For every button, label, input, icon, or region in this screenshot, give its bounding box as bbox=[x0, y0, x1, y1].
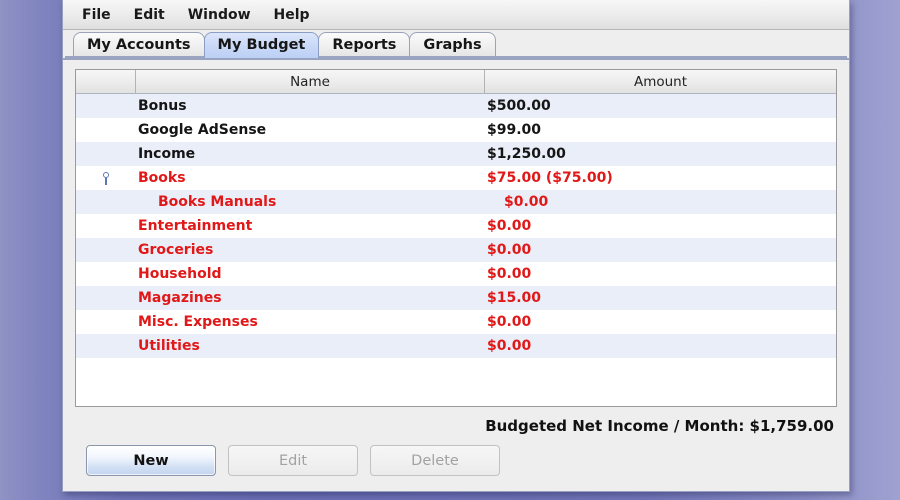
row-name-cell: Utilities bbox=[138, 338, 200, 354]
row-icon-cell bbox=[76, 142, 136, 166]
table-header-row: Name Amount bbox=[76, 70, 836, 94]
table-row[interactable]: Groceries $0.00 bbox=[76, 238, 836, 262]
row-name-cell: Google AdSense bbox=[138, 122, 267, 138]
menu-item-edit[interactable]: Edit bbox=[124, 5, 175, 25]
row-name-cell: Entertainment bbox=[138, 218, 253, 234]
row-amount-cell: $0.00 bbox=[487, 338, 532, 354]
table-body: Bonus $500.00 Google AdSense $99.00 Income $1… bbox=[76, 94, 836, 406]
row-amount-cell: $500.00 bbox=[487, 98, 551, 114]
row-name-cell: Household bbox=[138, 266, 222, 282]
table-row[interactable]: Household $0.00 bbox=[76, 262, 836, 286]
table-row[interactable]: Income $1,250.00 bbox=[76, 142, 836, 166]
row-icon-cell bbox=[76, 334, 136, 358]
action-button-bar: New Edit Delete bbox=[75, 445, 837, 488]
row-icon-cell bbox=[76, 214, 136, 238]
row-name-cell: Books bbox=[138, 170, 186, 186]
new-button[interactable]: New bbox=[86, 445, 216, 476]
menu-item-help[interactable]: Help bbox=[264, 5, 320, 25]
table-row[interactable]: Bonus $500.00 bbox=[76, 94, 836, 118]
row-icon-cell bbox=[76, 118, 136, 142]
row-icon-cell bbox=[76, 286, 136, 310]
desktop-background: File Edit Window Help My Accounts My Bud… bbox=[0, 0, 900, 500]
row-amount-cell: $0.00 bbox=[487, 314, 532, 330]
row-amount-cell: $1,250.00 bbox=[487, 146, 566, 162]
row-amount-cell: $0.00 bbox=[504, 194, 549, 210]
row-icon-cell bbox=[76, 238, 136, 262]
menu-item-file[interactable]: File bbox=[72, 5, 121, 25]
row-name-cell: Income bbox=[138, 146, 196, 162]
budget-table: Name Amount Bonus $500.00 Google AdSense $9… bbox=[75, 69, 837, 407]
table-row[interactable]: Misc. Expenses $0.00 bbox=[76, 310, 836, 334]
tab-reports[interactable]: Reports bbox=[318, 32, 411, 58]
menu-item-window[interactable]: Window bbox=[178, 5, 261, 25]
row-name-cell: Magazines bbox=[138, 290, 222, 306]
row-amount-cell: $0.00 bbox=[487, 218, 532, 234]
tree-expand-handle-cell[interactable] bbox=[76, 166, 136, 190]
row-amount-cell: $15.00 bbox=[487, 290, 542, 306]
row-name-cell: Misc. Expenses bbox=[138, 314, 258, 330]
row-amount-cell: $75.00 ($75.00) bbox=[487, 170, 613, 186]
budgeted-net-income-label: Budgeted Net Income / Month: $1,759.00 bbox=[485, 417, 834, 435]
table-row[interactable]: Books Manuals $0.00 bbox=[76, 190, 836, 214]
row-icon-cell bbox=[76, 190, 136, 214]
tab-bar: My Accounts My Budget Reports Graphs bbox=[63, 30, 849, 58]
row-amount-cell: $0.00 bbox=[487, 266, 532, 282]
row-amount-cell: $0.00 bbox=[487, 242, 532, 258]
table-row[interactable]: Books $75.00 ($75.00) bbox=[76, 166, 836, 190]
row-icon-cell bbox=[76, 310, 136, 334]
menu-bar: File Edit Window Help bbox=[63, 0, 849, 30]
delete-button[interactable]: Delete bbox=[370, 445, 500, 476]
row-amount-cell: $99.00 bbox=[487, 122, 542, 138]
tree-expand-icon[interactable] bbox=[102, 171, 111, 185]
column-header-amount[interactable]: Amount bbox=[485, 70, 836, 93]
summary-bar: Budgeted Net Income / Month: $1,759.00 bbox=[75, 407, 837, 445]
application-window: File Edit Window Help My Accounts My Bud… bbox=[62, 0, 850, 492]
edit-button[interactable]: Edit bbox=[228, 445, 358, 476]
row-name-cell: Groceries bbox=[138, 242, 214, 258]
row-name-cell: Books Manuals bbox=[158, 194, 277, 210]
row-name-cell: Bonus bbox=[138, 98, 187, 114]
row-icon-cell bbox=[76, 94, 136, 118]
tab-my-accounts[interactable]: My Accounts bbox=[73, 32, 205, 58]
column-header-icon[interactable] bbox=[76, 70, 136, 93]
table-row[interactable]: Entertainment $0.00 bbox=[76, 214, 836, 238]
table-row[interactable]: Magazines $15.00 bbox=[76, 286, 836, 310]
budget-panel: Name Amount Bonus $500.00 Google AdSense $9… bbox=[63, 58, 849, 491]
tab-graphs[interactable]: Graphs bbox=[409, 32, 496, 58]
row-icon-cell bbox=[76, 262, 136, 286]
tab-underline bbox=[65, 56, 847, 58]
table-row[interactable]: Utilities $0.00 bbox=[76, 334, 836, 358]
column-header-name[interactable]: Name bbox=[136, 70, 485, 93]
table-row[interactable]: Google AdSense $99.00 bbox=[76, 118, 836, 142]
tab-my-budget[interactable]: My Budget bbox=[203, 32, 320, 58]
